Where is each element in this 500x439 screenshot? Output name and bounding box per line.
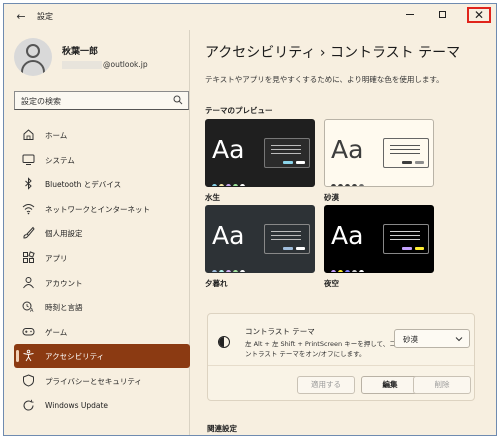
avatar-body-icon [21, 60, 45, 76]
title-bar: ← 設定 ✕ [4, 4, 496, 30]
minimize-icon [406, 13, 414, 15]
close-button[interactable]: ✕ [467, 7, 491, 23]
theme-color-dots [212, 260, 247, 272]
sidebar-item-apps[interactable]: アプリ [14, 246, 190, 270]
theme-sample-text: Aa [331, 221, 364, 250]
apps-icon [23, 251, 35, 263]
update-icon [23, 399, 34, 411]
theme-card-desert[interactable]: Aa [324, 119, 434, 187]
theme-preview-heading: テーマのプレビュー [205, 106, 273, 115]
main-content: アクセシビリティ › コントラスト テーマ テキストやアプリを見やすくするために… [191, 30, 496, 435]
theme-sample-text: Aa [212, 135, 245, 164]
sidebar: 秋葉一郎 @outlook.jp 設定の検索 ホーム システム Bluetoot… [4, 30, 190, 435]
theme-color-dots [331, 260, 366, 272]
delete-button[interactable]: 削除 [413, 376, 471, 394]
theme-card-night-sky[interactable]: Aa [324, 205, 434, 273]
wifi-icon [22, 203, 35, 215]
page-title: アクセシビリティ › コントラスト テーマ [205, 45, 461, 61]
sidebar-item-windows-update[interactable]: Windows Update [14, 394, 190, 418]
search-input[interactable]: 設定の検索 [14, 91, 189, 110]
theme-color-dots [212, 174, 247, 186]
sidebar-item-label: 個人用設定 [45, 229, 83, 239]
sidebar-item-network[interactable]: ネットワークとインターネット [14, 197, 190, 221]
accessibility-icon [23, 350, 34, 362]
sidebar-item-label: アプリ [45, 253, 68, 263]
sidebar-item-privacy[interactable]: プライバシーとセキュリティ [14, 369, 190, 393]
chevron-down-icon [455, 337, 463, 342]
sidebar-item-personalization[interactable]: 個人用設定 [14, 221, 190, 245]
time-language-icon: A [22, 301, 34, 313]
maximize-button[interactable] [432, 7, 452, 23]
account-icon [23, 276, 34, 288]
sidebar-item-time-language[interactable]: A 時刻と言語 [14, 295, 190, 319]
contrast-icon [218, 336, 230, 348]
avatar-head-icon [26, 44, 40, 58]
gamepad-icon [22, 327, 35, 336]
shield-icon [23, 374, 34, 387]
card-divider [208, 365, 474, 366]
theme-window-mock [264, 224, 310, 254]
email-redaction [62, 61, 102, 69]
sidebar-item-label: Bluetooth とデバイス [45, 180, 122, 190]
theme-window-mock [264, 138, 310, 168]
sidebar-item-label: アクセシビリティ [45, 352, 105, 362]
svg-text:A: A [30, 308, 34, 313]
sidebar-item-gaming[interactable]: ゲーム [14, 320, 190, 344]
brush-icon [23, 227, 35, 239]
sidebar-item-accounts[interactable]: アカウント [14, 271, 190, 295]
sidebar-item-accessibility[interactable]: アクセシビリティ [14, 344, 190, 369]
app-title: 設定 [37, 12, 53, 21]
theme-color-dots [331, 174, 366, 186]
user-name: 秋葉一郎 [62, 47, 99, 57]
avatar[interactable] [14, 38, 52, 76]
sidebar-nav: ホーム システム Bluetooth とデバイス ネットワークとインターネット … [14, 123, 190, 418]
contrast-theme-select[interactable]: 砂漠 [394, 329, 470, 348]
sidebar-item-system[interactable]: システム [14, 148, 190, 172]
monitor-icon [22, 154, 35, 165]
theme-card-aquatic[interactable]: Aa [205, 119, 315, 187]
user-email: @outlook.jp [62, 60, 148, 69]
sidebar-item-label: ネットワークとインターネット [45, 204, 150, 214]
contrast-theme-card: コントラスト テーマ 左 Alt + 左 Shift + PrintScreen… [207, 313, 475, 401]
edit-button[interactable]: 編集 [361, 376, 419, 394]
theme-name-night-sky: 夜空 [324, 279, 339, 288]
sidebar-item-home[interactable]: ホーム [14, 123, 190, 147]
search-placeholder: 設定の検索 [21, 97, 61, 106]
search-icon [173, 95, 183, 105]
active-indicator [16, 350, 19, 363]
apply-button[interactable]: 適用する [297, 376, 355, 394]
theme-card-dusk[interactable]: Aa [205, 205, 315, 273]
contrast-theme-title: コントラスト テーマ [245, 327, 315, 336]
maximize-icon [438, 10, 446, 18]
minimize-button[interactable] [400, 7, 420, 23]
bluetooth-icon [25, 177, 32, 190]
user-email-suffix: @outlook.jp [103, 60, 148, 69]
theme-name-dusk: 夕暮れ [205, 279, 228, 288]
contrast-theme-description: 左 Alt + 左 Shift + PrintScreen キーを押して、コント… [245, 340, 396, 358]
sidebar-item-label: 時刻と言語 [45, 303, 83, 313]
home-icon [23, 129, 34, 140]
contrast-theme-select-value: 砂漠 [403, 335, 418, 344]
page-description: テキストやアプリを見やすくするために、より明確な色を使用します。 [205, 75, 444, 84]
sidebar-item-label: アカウント [45, 278, 83, 288]
theme-window-mock [383, 224, 429, 254]
sidebar-item-label: Windows Update [45, 400, 109, 410]
theme-name-desert: 砂漠 [324, 193, 339, 202]
theme-window-mock [383, 138, 429, 168]
sidebar-item-bluetooth[interactable]: Bluetooth とデバイス [14, 172, 190, 196]
sidebar-item-label: ゲーム [45, 327, 68, 337]
settings-window: ← 設定 ✕ 秋葉一郎 @outlook.jp 設定の検索 ホーム システム B… [3, 3, 497, 436]
back-button[interactable]: ← [14, 10, 28, 24]
theme-sample-text: Aa [212, 221, 245, 250]
sidebar-item-label: プライバシーとセキュリティ [45, 376, 142, 386]
theme-name-aquatic: 水生 [205, 193, 220, 202]
related-settings-heading: 関連設定 [207, 424, 237, 433]
sidebar-item-label: ホーム [45, 131, 68, 140]
theme-sample-text: Aa [331, 135, 364, 164]
sidebar-item-label: システム [45, 155, 75, 165]
